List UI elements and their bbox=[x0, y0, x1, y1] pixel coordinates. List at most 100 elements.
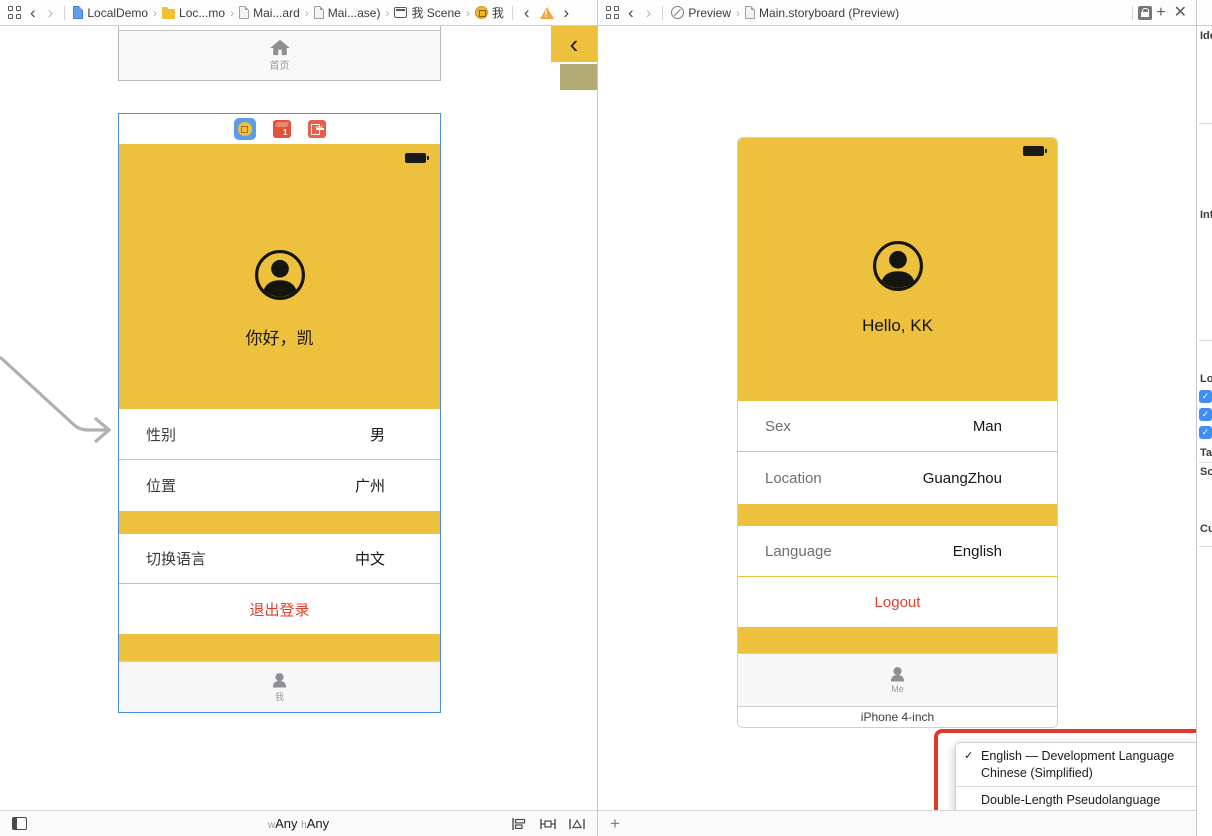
breadcrumb-separator: › bbox=[230, 5, 235, 20]
breadcrumb-storyboard[interactable]: Mai...ard bbox=[239, 6, 300, 20]
assistant-controls: + ✕ bbox=[1127, 4, 1191, 21]
inspector-section-localization: Lo bbox=[1200, 373, 1212, 385]
localization-checkbox[interactable]: ✓ bbox=[1199, 408, 1212, 421]
add-assistant-editor-button[interactable]: + bbox=[1152, 4, 1169, 21]
file-inspector-sliver: Ide Int Lo ✓ ✓ ✓ Ta Sc Cu bbox=[1197, 26, 1212, 836]
menu-item-pseudolanguage[interactable]: Double-Length Pseudolanguage bbox=[956, 792, 1199, 809]
me-tab-label: Me bbox=[891, 684, 904, 694]
home-tab-bar[interactable]: 首页 bbox=[119, 31, 440, 80]
align-icon[interactable] bbox=[511, 817, 527, 831]
greeting-label: Hello, KK bbox=[862, 316, 933, 335]
breadcrumb-storyboard-base[interactable]: Mai...ase) bbox=[313, 6, 380, 20]
toolbar-corner bbox=[1197, 0, 1212, 26]
scene-icon bbox=[394, 7, 408, 18]
project-file-icon bbox=[73, 6, 84, 19]
breadcrumb-scene[interactable]: 我 Scene bbox=[394, 4, 461, 21]
profile-header-view[interactable]: 你好，凯 bbox=[119, 144, 440, 409]
size-class-control[interactable]: wAny hAny bbox=[0, 816, 597, 831]
language-value[interactable]: 中文 bbox=[355, 548, 413, 569]
partial-nav-back-scene[interactable]: ‹ bbox=[551, 26, 597, 62]
location-value[interactable]: 广州 bbox=[355, 475, 413, 496]
person-icon bbox=[272, 672, 287, 688]
battery-icon bbox=[1023, 146, 1047, 156]
logout-button[interactable]: 退出登录 bbox=[249, 599, 309, 620]
inspector-section-identity: Ide bbox=[1200, 30, 1212, 42]
breadcrumb-preview-mode[interactable]: Preview bbox=[671, 6, 731, 20]
checkmark-icon: ✓ bbox=[964, 750, 974, 762]
breadcrumb-separator: › bbox=[153, 5, 158, 20]
logout-row: Logout bbox=[738, 577, 1057, 627]
sex-label: Sex bbox=[765, 417, 791, 435]
sex-row[interactable]: 性别 男 bbox=[119, 409, 440, 460]
menu-separator bbox=[956, 786, 1199, 787]
back-chevron-icon: ‹ bbox=[569, 28, 579, 59]
partial-nav-scene-fragment[interactable] bbox=[558, 64, 597, 90]
location-label[interactable]: 位置 bbox=[146, 475, 176, 496]
me-tab-bar[interactable]: 我 bbox=[119, 661, 440, 712]
logout-button: Logout bbox=[874, 593, 921, 611]
localization-checkbox[interactable]: ✓ bbox=[1199, 390, 1212, 403]
jump-bar-assistant: ‹ › Preview › Main.storyboard (Preview) … bbox=[598, 0, 1196, 26]
location-value: GuangZhou bbox=[922, 469, 1002, 487]
forward-button[interactable]: › bbox=[42, 4, 60, 21]
breadcrumb-group[interactable]: Loc...mo bbox=[162, 6, 225, 20]
document-outline-toggle-icon[interactable] bbox=[12, 817, 27, 830]
jump-bar-editor: ‹ › LocalDemo › Loc...mo › Mai...ard › M… bbox=[0, 0, 597, 26]
breadcrumb-view-controller[interactable]: 我 bbox=[474, 4, 504, 21]
sex-value: Man bbox=[972, 417, 1002, 435]
next-issue-button[interactable]: › bbox=[558, 4, 576, 21]
menu-item-english[interactable]: ✓ English — Development Language bbox=[956, 748, 1199, 765]
sex-value[interactable]: 男 bbox=[370, 424, 413, 445]
inspector-section-interface-builder: Int bbox=[1200, 209, 1212, 221]
storyboard-file-icon bbox=[745, 6, 756, 19]
back-button[interactable]: ‹ bbox=[24, 4, 42, 21]
device-size-label[interactable]: iPhone 4-inch bbox=[738, 706, 1057, 727]
storyboard-file-icon bbox=[239, 6, 250, 19]
breadcrumb-separator: › bbox=[385, 5, 390, 20]
related-items-button[interactable] bbox=[606, 6, 619, 19]
avatar-icon[interactable] bbox=[254, 249, 306, 301]
location-label: Location bbox=[765, 469, 822, 487]
back-button[interactable]: ‹ bbox=[622, 4, 640, 21]
inspector-section-custom: Cu bbox=[1200, 523, 1212, 535]
divider bbox=[1132, 5, 1134, 20]
related-items-button[interactable] bbox=[8, 6, 21, 19]
forward-button[interactable]: › bbox=[640, 4, 658, 21]
previous-issue-button[interactable]: ‹ bbox=[518, 4, 536, 21]
breadcrumb-project[interactable]: LocalDemo bbox=[73, 6, 148, 20]
close-assistant-editor-button[interactable]: ✕ bbox=[1170, 4, 1191, 21]
add-preview-device-button[interactable]: + bbox=[610, 815, 620, 832]
localization-checkbox[interactable]: ✓ bbox=[1199, 426, 1212, 439]
breadcrumb-separator: › bbox=[736, 5, 741, 20]
logout-row[interactable]: 退出登录 bbox=[119, 584, 440, 634]
language-value: English bbox=[952, 542, 1002, 560]
storyboard-entry-arrow bbox=[0, 355, 112, 444]
editor-split-divider[interactable] bbox=[597, 0, 598, 836]
partial-home-scene[interactable]: 首页 bbox=[118, 26, 441, 81]
pin-icon[interactable] bbox=[540, 817, 556, 831]
exit-segue-icon[interactable] bbox=[307, 120, 326, 138]
first-responder-icon[interactable]: 1 bbox=[272, 120, 291, 138]
preview-profile-header: Hello, KK bbox=[738, 138, 1057, 401]
divider bbox=[662, 5, 664, 20]
me-tab-label: 我 bbox=[274, 691, 284, 702]
related-items-icon bbox=[8, 6, 21, 19]
language-row: Language English bbox=[738, 526, 1057, 577]
resolve-layout-icon[interactable] bbox=[569, 817, 585, 831]
warning-icon[interactable]: ! bbox=[539, 6, 554, 19]
sex-label[interactable]: 性别 bbox=[146, 424, 176, 445]
divider bbox=[64, 5, 66, 20]
language-row[interactable]: 切换语言 中文 bbox=[119, 534, 440, 584]
divider bbox=[511, 5, 513, 20]
breadcrumb-separator: › bbox=[304, 5, 309, 20]
greeting-label[interactable]: 你好，凯 bbox=[119, 324, 440, 349]
folder-icon bbox=[162, 6, 176, 19]
location-row[interactable]: 位置 广州 bbox=[119, 460, 440, 511]
lock-icon[interactable] bbox=[1138, 5, 1153, 20]
breadcrumb-preview-file[interactable]: Main.storyboard (Preview) bbox=[745, 6, 899, 20]
auto-layout-controls bbox=[511, 817, 585, 831]
menu-item-chinese[interactable]: Chinese (Simplified) bbox=[956, 765, 1199, 782]
view-controller-dock-icon[interactable] bbox=[233, 118, 256, 140]
language-label[interactable]: 切换语言 bbox=[146, 548, 206, 569]
me-view-controller-scene[interactable]: 1 你好，凯 性别 男 位置 广州 切换语言 中文 退出登录 我 bbox=[118, 113, 441, 713]
